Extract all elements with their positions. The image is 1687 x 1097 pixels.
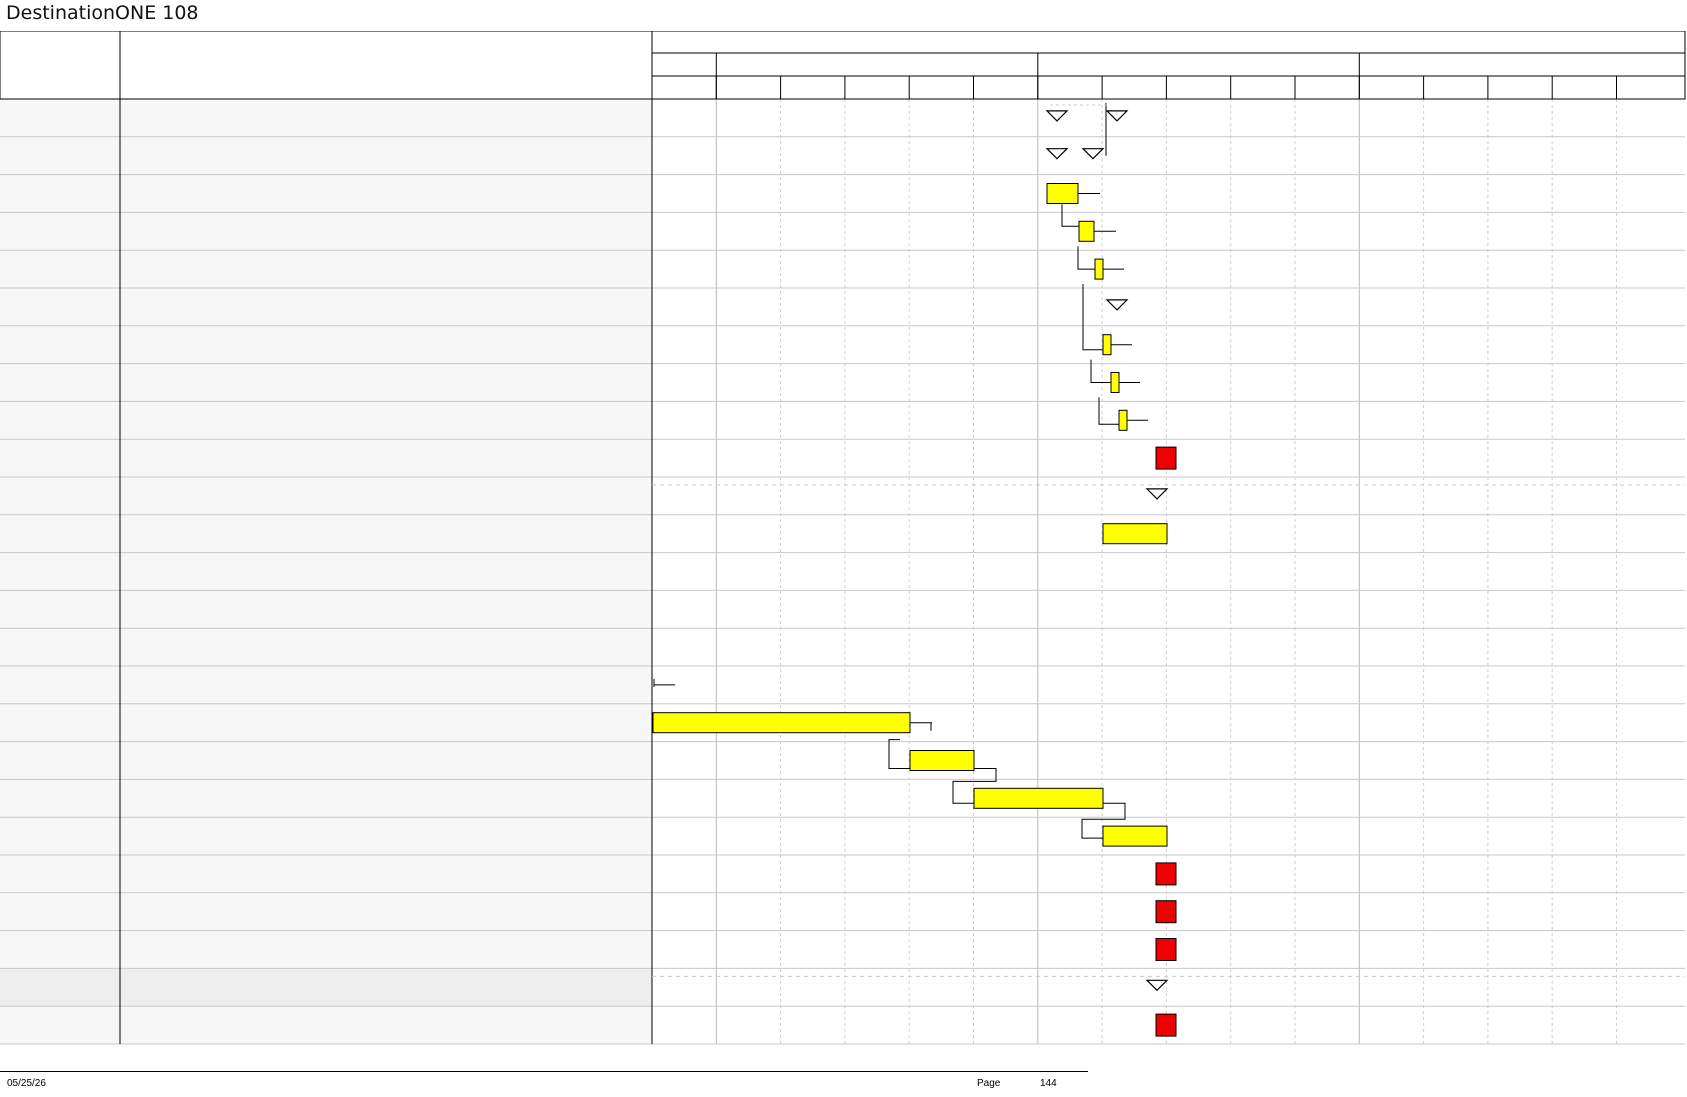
dependency-connector xyxy=(1090,359,1111,383)
gantt-bar-final-prep xyxy=(973,787,1104,809)
milestone-marker xyxy=(1155,1013,1177,1037)
gantt-bar-apply-fairing xyxy=(652,712,911,734)
milestone-marker xyxy=(1155,938,1177,961)
gantt-table xyxy=(0,31,1687,1048)
gantt-bar-repair-pinholes xyxy=(909,750,975,771)
summary-triangle-icon xyxy=(1045,110,1069,122)
summary-triangle-icon xyxy=(1081,148,1105,160)
gantt-bar-abrasive80 xyxy=(1102,334,1112,356)
gantt-bar-containers xyxy=(1046,183,1079,204)
gantt-bars-layer xyxy=(652,103,1685,1037)
table-left-background xyxy=(0,99,652,1044)
document-title: DestinationONE 108 xyxy=(6,2,199,24)
footer-divider xyxy=(0,1071,1088,1072)
gantt-bar-paint-cleaner xyxy=(1094,258,1104,280)
milestone-marker xyxy=(1155,862,1177,886)
summary-triangle-icon xyxy=(1145,488,1169,500)
dependency-connector xyxy=(1061,204,1079,227)
milestone-marker xyxy=(1155,446,1177,470)
footer-page-number: 144 xyxy=(1040,1078,1057,1089)
gantt-bar-clean-up xyxy=(1102,825,1168,847)
footer-date: 05/25/26 xyxy=(7,1078,46,1089)
header-background xyxy=(0,31,1686,100)
gantt-bar-masking xyxy=(1078,220,1095,242)
gantt-bar-setup-area xyxy=(1102,523,1168,545)
gantt-bar-abrasive120 xyxy=(1110,372,1120,393)
summary-row-highlight xyxy=(0,968,652,1007)
dependency-connector xyxy=(1082,284,1103,351)
dependency-connector xyxy=(1077,246,1095,270)
summary-triangle-icon xyxy=(1145,979,1169,992)
milestone-marker xyxy=(1155,900,1177,924)
dependency-connector xyxy=(888,739,910,769)
footer-page-label: Page xyxy=(977,1078,1001,1089)
summary-triangle-icon xyxy=(1045,148,1069,160)
summary-triangle-icon xyxy=(1105,110,1129,122)
gantt-bar-abrasive180 xyxy=(1118,409,1128,431)
summary-triangle-icon xyxy=(1105,299,1129,311)
gantt-svg xyxy=(0,31,1686,1045)
